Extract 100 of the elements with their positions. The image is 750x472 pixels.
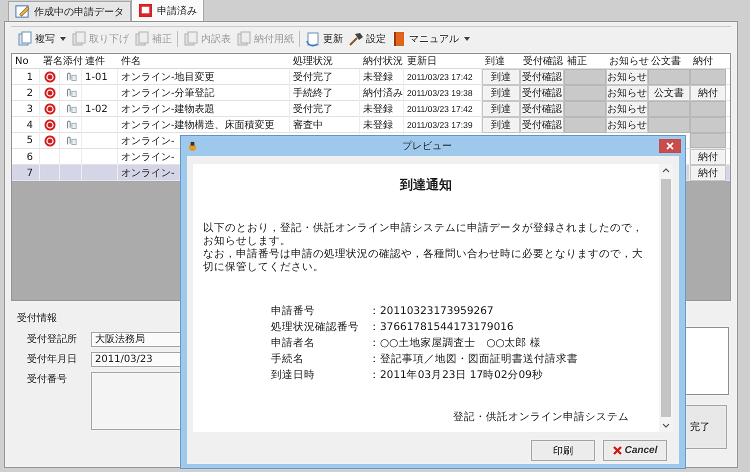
- detail-value: ：○○土地家屋調査士 ○○太郎 様: [369, 336, 541, 350]
- caret-icon: [464, 37, 470, 41]
- document-heading: 到達通知: [398, 177, 453, 194]
- paragraph: なお，申請番号は申請の処理状況の確認や，各種問い合わせ時に必要となりますので，大切に保管してください。: [203, 248, 644, 274]
- seal-icon: [44, 119, 56, 131]
- document-icon: [134, 31, 150, 47]
- table-cell: 2011/03/23 17:39: [407, 120, 473, 130]
- column-header[interactable]: 署名: [40, 54, 60, 68]
- column-header[interactable]: 受付確認: [520, 54, 564, 68]
- column-header[interactable]: No: [12, 56, 40, 66]
- table-cell-text: オンライン-建物構造、床面積変更: [121, 118, 275, 132]
- scroll-up-icon[interactable]: [662, 168, 670, 173]
- detail-value: ：20110323173959267: [369, 304, 494, 318]
- detail-label: 申請番号: [271, 304, 316, 318]
- table-cell-text: オンライン-分筆登記: [121, 86, 215, 100]
- notepad-icon: [15, 4, 30, 19]
- print-button[interactable]: 印刷: [531, 440, 595, 461]
- refresh-icon: [305, 31, 321, 47]
- scrollbar[interactable]: [659, 164, 673, 432]
- paperclip-icon: [64, 71, 76, 83]
- seal-icon: [44, 71, 56, 83]
- table-cell: 5: [26, 135, 33, 146]
- document-icon: [183, 31, 199, 47]
- seal-icon: [44, 87, 56, 99]
- cell-button[interactable]: 到達: [482, 69, 520, 85]
- document-icon: [236, 31, 252, 47]
- column-header[interactable]: 連件: [82, 54, 118, 68]
- cell-button[interactable]: 受付確認: [520, 85, 564, 101]
- table-row[interactable]: 4 オンライン-建物構造、床面積変更 審査中 未登録 2011/03/23 17:39 到達 受付確認 お知らせ: [12, 117, 730, 133]
- table-cell: 7: [26, 168, 33, 178]
- table-cell: 1: [26, 72, 33, 82]
- column-header[interactable]: 公文書: [648, 54, 690, 68]
- table-cell: 3: [26, 104, 33, 114]
- column-header[interactable]: 到達: [482, 54, 520, 68]
- dialog-title: プレビュー: [402, 140, 452, 153]
- cell-button[interactable]: 到達: [482, 117, 520, 133]
- column-header[interactable]: 納付: [690, 54, 726, 68]
- tab[interactable]: 作成中の申請データ: [8, 1, 131, 21]
- column-header[interactable]: 添付: [60, 54, 82, 68]
- cell-button[interactable]: 納付: [690, 85, 726, 101]
- table-cell-text: 受付完了: [293, 70, 333, 84]
- toolbar-button[interactable]: 更新: [299, 31, 343, 47]
- table-cell-text: 納付済み: [363, 86, 403, 100]
- caret-icon: [60, 37, 66, 41]
- toolbar-button[interactable]: 設定: [348, 31, 386, 47]
- detail-value: ：2011年03月23日 17時02分09秒: [369, 368, 543, 382]
- book-icon: [391, 31, 407, 47]
- table-row[interactable]: 2 オンライン-分筆登記 手続終了 納付済み 2011/03/23 19:38 到達 受付確認 お知らせ 公文書 納付: [12, 85, 730, 101]
- close-button[interactable]: [659, 139, 681, 153]
- column-header[interactable]: 更新日: [404, 54, 482, 68]
- table-cell: 2011/03/23 19:38: [407, 88, 473, 98]
- column-header[interactable]: 処理状況: [290, 54, 360, 68]
- cell-button[interactable]: 受付確認: [520, 69, 564, 85]
- field-label: 受付登記所: [27, 332, 78, 347]
- table-cell-text: 未登録: [363, 70, 393, 84]
- column-header[interactable]: 納付状況: [360, 54, 404, 68]
- table-cell: 2: [26, 88, 33, 98]
- cross-icon: [612, 446, 622, 455]
- table-cell-text: 審査中: [293, 118, 323, 132]
- table-row[interactable]: 1 1-01 オンライン-地目変更 受付完了 未登録 2011/03/23 17:42 到達 受付確認 お知らせ: [12, 69, 730, 85]
- cell-button[interactable]: お知らせ: [606, 117, 648, 133]
- document-icon: [17, 31, 33, 47]
- cell-button[interactable]: お知らせ: [606, 69, 648, 85]
- document-footer: 登記・供託オンライン申請システム: [453, 410, 649, 424]
- table-cell-text: 受付完了: [293, 102, 333, 116]
- table-cell: 1-02: [85, 104, 108, 114]
- field-label: 受付年月日: [27, 352, 78, 367]
- table-cell: 1-01: [85, 72, 108, 82]
- detail-label: 処理状況確認番号: [271, 320, 360, 334]
- tab[interactable]: 申請済み: [131, 0, 204, 21]
- column-header[interactable]: お知らせ: [606, 54, 648, 68]
- detail-value: ：登記事項／地図・図面証明書送付請求書: [369, 352, 578, 366]
- column-header[interactable]: 補正: [564, 54, 606, 68]
- detail-label: 到達日時: [271, 368, 316, 382]
- cell-button[interactable]: 到達: [482, 101, 520, 117]
- cell-button[interactable]: 受付確認: [520, 101, 564, 117]
- close-icon: [666, 142, 674, 150]
- paperclip-icon: [64, 103, 76, 115]
- detail-label: 手続名: [271, 352, 305, 366]
- cell-button[interactable]: お知らせ: [606, 101, 648, 117]
- cell-button[interactable]: 納付: [690, 149, 726, 165]
- cancel-button[interactable]: Cancel: [603, 440, 667, 461]
- field-label: 受付番号: [27, 372, 68, 387]
- cell-button[interactable]: 到達: [482, 85, 520, 101]
- toolbar-button[interactable]: 複写: [17, 31, 66, 47]
- cell-button[interactable]: 公文書: [648, 85, 690, 101]
- table-row[interactable]: 3 1-02 オンライン-建物表題 受付完了 未登録 2011/03/23 17:42 到達 受付確認 お知らせ: [12, 101, 730, 117]
- table-cell: 6: [26, 152, 33, 162]
- hammer-icon: [348, 31, 364, 47]
- cell-button[interactable]: 受付確認: [520, 117, 564, 133]
- table-cell: 2011/03/23 17:42: [407, 72, 473, 82]
- paragraph: 以下のとおり，登記・供託オンライン申請システムに申請データが登録されましたので，お知らせします。: [203, 222, 644, 248]
- scroll-down-icon[interactable]: [662, 423, 670, 428]
- group-title: 受付情報: [17, 312, 58, 325]
- table-cell: 4: [26, 120, 33, 130]
- table-cell-text: オンライン-: [121, 151, 175, 164]
- cell-button[interactable]: 納付: [690, 165, 726, 181]
- toolbar-button[interactable]: マニュアル: [391, 31, 470, 47]
- cell-button[interactable]: お知らせ: [606, 85, 648, 101]
- column-header[interactable]: 件名: [118, 54, 290, 68]
